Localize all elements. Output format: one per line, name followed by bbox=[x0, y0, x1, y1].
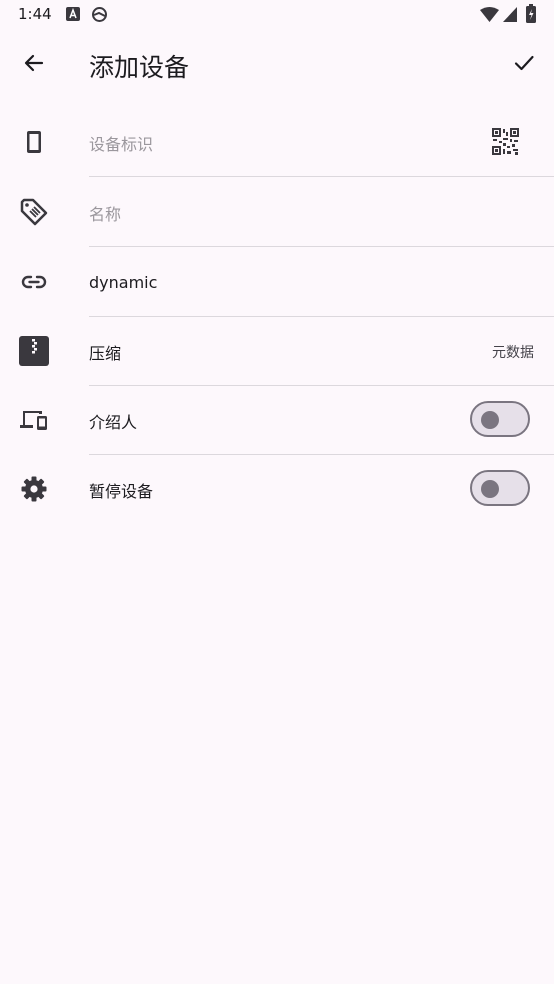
pause-device-label: 暂停设备 bbox=[89, 481, 154, 501]
switch-knob bbox=[481, 480, 499, 498]
devices-icon bbox=[14, 400, 54, 440]
wifi-icon bbox=[480, 7, 499, 26]
link-icon bbox=[14, 262, 54, 302]
archive-zip-icon bbox=[14, 331, 54, 371]
divider bbox=[89, 176, 554, 177]
arrow-back-icon bbox=[22, 51, 46, 79]
address-row: dynamic bbox=[0, 248, 554, 317]
switch-knob bbox=[481, 411, 499, 429]
introducer-row: 介绍人 bbox=[0, 386, 554, 455]
pause-device-row: 暂停设备 bbox=[0, 455, 554, 524]
qr-code-icon bbox=[491, 127, 519, 159]
signal-icon bbox=[503, 7, 517, 26]
status-time: 1:44 bbox=[18, 5, 52, 23]
introducer-switch[interactable] bbox=[470, 401, 530, 437]
battery-charging-icon bbox=[526, 4, 536, 27]
save-button[interactable] bbox=[504, 45, 544, 85]
back-button[interactable] bbox=[14, 45, 54, 85]
name-input[interactable]: 名称 bbox=[89, 178, 121, 247]
compression-row[interactable]: 压缩 元数据 bbox=[0, 317, 554, 386]
divider bbox=[89, 246, 554, 247]
status-bar: 1:44 bbox=[0, 0, 554, 30]
label-tag-icon bbox=[14, 192, 54, 232]
sync-notification-icon bbox=[91, 6, 108, 27]
phone-icon bbox=[14, 122, 54, 162]
scan-qr-button[interactable] bbox=[487, 125, 523, 161]
address-input[interactable]: dynamic bbox=[89, 248, 157, 317]
gear-icon bbox=[14, 469, 54, 509]
pause-device-switch[interactable] bbox=[470, 470, 530, 506]
compression-label: 压缩 bbox=[89, 343, 122, 363]
page-title: 添加设备 bbox=[89, 53, 190, 82]
introducer-label: 介绍人 bbox=[89, 412, 138, 432]
device-id-row: 设备标识 bbox=[0, 108, 554, 177]
check-icon bbox=[512, 51, 536, 79]
app-bar: 添加设备 bbox=[0, 34, 554, 96]
device-id-input[interactable]: 设备标识 bbox=[89, 108, 153, 177]
name-row: 名称 bbox=[0, 178, 554, 247]
compression-value: 元数据 bbox=[492, 344, 534, 361]
font-notification-icon bbox=[66, 6, 80, 25]
